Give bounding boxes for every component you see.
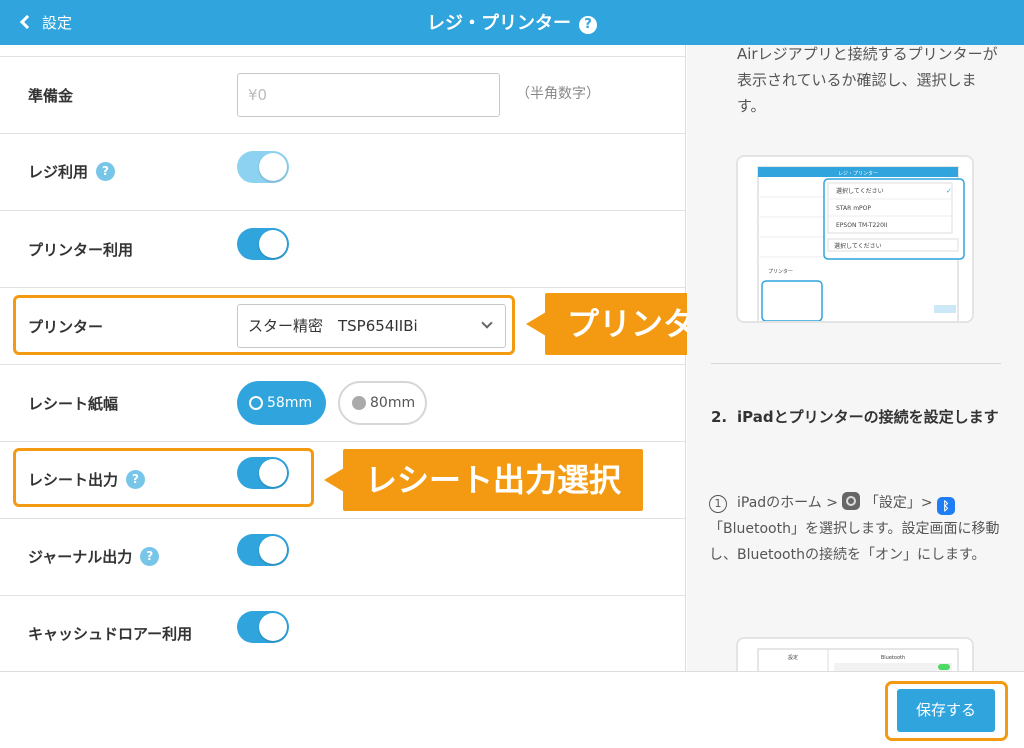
step-number: 2. [711, 408, 728, 426]
mini-bluetooth-screen: 設定 Bluetooth [757, 648, 959, 671]
save-button[interactable]: 保存する [897, 689, 995, 732]
row-reserve: 準備金 ¥0 （半角数字） [0, 57, 685, 134]
help-screenshot-bluetooth: 設定 Bluetooth [736, 637, 974, 671]
help-substep-1: 1 iPadのホーム > 「設定」> ᛒ 「Bluetooth」を選択します。設定… [709, 490, 1007, 568]
row-cash-drawer: キャッシュドロアー利用 [0, 596, 685, 671]
receipt-output-highlight-frame [13, 448, 314, 507]
substep-text-2: 「設定」> [864, 495, 933, 511]
radio-label: 80mm [370, 395, 416, 411]
row-journal-output: ジャーナル出力? [0, 519, 685, 596]
toggle-knob [259, 613, 287, 641]
mini-title: レジ・プリンター [838, 170, 878, 177]
receipt-width-58-option[interactable]: 58mm [237, 381, 326, 425]
mini2-title: Bluetooth [881, 655, 905, 661]
toggle-knob [259, 536, 287, 564]
mini-item-1: STAR mPOP [836, 205, 871, 212]
reserve-input[interactable]: ¥0 [237, 73, 500, 117]
mini-row-label: プリンター [768, 268, 793, 275]
help-screenshot-printer: レジ・プリンター 選択してください ✓ STAR mPOP EPSON TM-T… [736, 155, 974, 323]
row-register-use: レジ利用? [0, 134, 685, 211]
settings-panel: 準備金 ¥0 （半角数字） レジ利用? プリンター利用 プリンター スター精密 … [0, 45, 686, 671]
receipt-output-callout: レシート出力選択 [323, 449, 644, 511]
help-divider [711, 363, 1001, 364]
mini-item-0: 選択してください [836, 187, 884, 195]
row-divider-top [0, 45, 685, 57]
toggle-knob [259, 153, 287, 181]
journal-output-text: ジャーナル出力 [28, 548, 133, 566]
register-use-text: レジ利用 [28, 163, 89, 181]
cash-drawer-label: キャッシュドロアー利用 [28, 625, 193, 643]
toggle-knob [259, 230, 287, 258]
radio-icon [249, 396, 263, 410]
help-icon[interactable]: ? [96, 162, 116, 181]
help-icon[interactable]: ? [579, 16, 597, 34]
step-title: iPadとプリンターの接続を設定します [737, 408, 999, 426]
mini-printer-screen: レジ・プリンター 選択してください ✓ STAR mPOP EPSON TM-T… [757, 166, 965, 321]
row-receipt-width: レシート紙幅 58mm 80mm [0, 365, 685, 442]
radio-label: 58mm [267, 395, 313, 411]
substep-text-3: 「Bluetooth」を選択します。設定画面に移動し、Bluetoothの接続を… [709, 521, 1000, 563]
register-use-label: レジ利用? [28, 161, 116, 182]
help-panel: Airレジアプリと接続するプリンターが表示されているか確認し、選択します。 レジ… [687, 45, 1024, 671]
page-title: レジ・プリンター? [0, 9, 1024, 35]
row-printer-use: プリンター利用 [0, 211, 685, 288]
mini-select: 選択してください [834, 242, 882, 250]
printer-highlight-frame [13, 295, 515, 355]
settings-app-icon [842, 492, 861, 510]
printer-use-label: プリンター利用 [28, 241, 134, 259]
help-icon[interactable]: ? [140, 547, 160, 566]
receipt-width-label: レシート紙幅 [28, 395, 119, 413]
circled-number: 1 [709, 495, 727, 513]
printer-use-toggle[interactable] [237, 228, 289, 260]
bluetooth-icon: ᛒ [937, 497, 956, 515]
help-step-2: 2. iPadとプリンターの接続を設定します [711, 403, 1001, 431]
journal-output-label: ジャーナル出力? [28, 546, 160, 567]
substep-text-1: iPadのホーム > [737, 495, 838, 511]
journal-output-toggle[interactable] [237, 534, 289, 566]
mini-item-2: EPSON TM-T220II [836, 222, 888, 229]
reserve-hint: （半角数字） [516, 86, 600, 102]
top-nav-bar: 設定 レジ・プリンター? [0, 0, 1024, 45]
footer-bar [0, 671, 1024, 748]
reserve-label: 準備金 [28, 87, 74, 105]
cash-drawer-toggle[interactable] [237, 611, 289, 643]
check-icon: ✓ [946, 187, 952, 195]
mini2-left: 設定 [788, 654, 798, 661]
help-intro-text: Airレジアプリと接続するプリンターが表示されているか確認し、選択します。 [737, 45, 998, 115]
page-title-text: レジ・プリンター [427, 13, 571, 34]
receipt-width-80-option[interactable]: 80mm [338, 381, 427, 425]
register-use-toggle[interactable] [237, 151, 289, 183]
radio-icon [352, 396, 366, 410]
